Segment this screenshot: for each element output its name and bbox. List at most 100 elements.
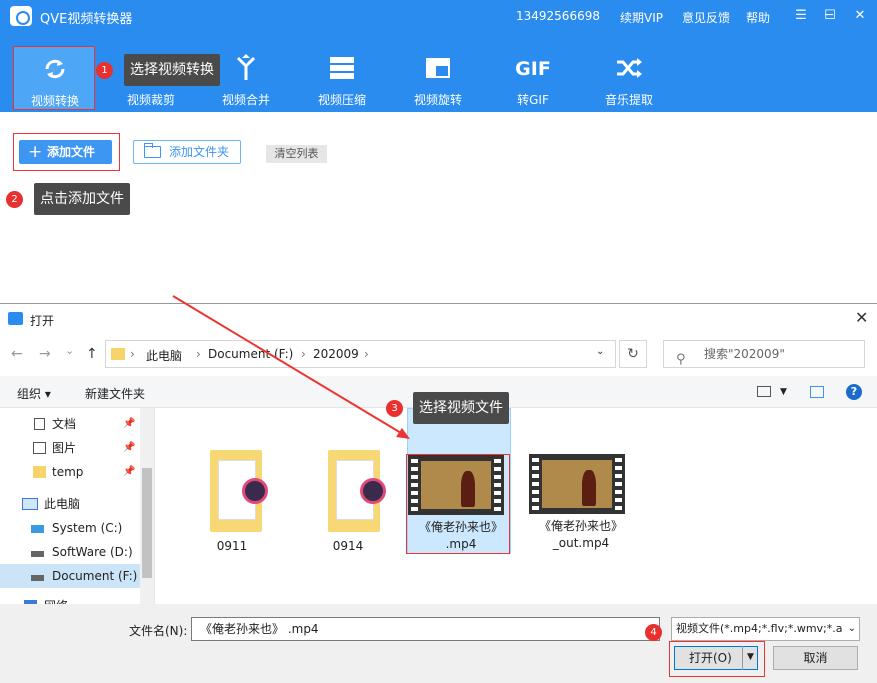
filename-field[interactable]: 《俺老孙来也》 .mp4 — [191, 617, 660, 641]
renew-vip-link[interactable]: 续期VIP — [620, 9, 663, 26]
nav-item-pictures[interactable]: 图片 📌 — [0, 436, 154, 460]
tool-video-rotate[interactable]: 视频旋转 — [397, 46, 479, 110]
document-icon — [34, 418, 45, 430]
nav-item-software-d[interactable]: SoftWare (D:) — [0, 540, 154, 564]
address-bar[interactable]: › 此电脑 › Document (F:) › 202009 › ⌄ — [105, 340, 616, 368]
forward-arrow-icon[interactable]: → — [39, 346, 51, 362]
organize-menu[interactable]: 组织 ▾ — [17, 385, 51, 402]
add-folder-button[interactable]: 添加文件夹 — [133, 140, 241, 164]
computer-icon — [22, 498, 38, 510]
nav-label: 网络 — [44, 594, 68, 604]
nav-label: SoftWare (D:) — [52, 545, 133, 559]
file-item-folder[interactable]: 0911 — [172, 428, 278, 556]
chevron-right-icon: › — [130, 347, 135, 361]
tool-music-extract[interactable]: 音乐提取 — [588, 46, 670, 110]
tool-label: 视频转换 — [30, 94, 79, 108]
folder-icon — [111, 348, 125, 360]
filename-label: 文件名(N): — [129, 624, 188, 638]
chevron-right-icon: › — [364, 347, 369, 361]
new-folder-button[interactable]: 新建文件夹 — [85, 385, 145, 402]
compress-icon — [330, 57, 354, 79]
step-tip-3: 选择视频文件 — [413, 392, 509, 424]
feedback-link[interactable]: 意见反馈 — [682, 9, 730, 26]
nav-item-document-f[interactable]: Document (F:) — [0, 564, 154, 588]
file-type-select[interactable]: 视频文件(*.mp4;*.flv;*.wmv;*.a ⌄ — [671, 617, 860, 641]
dialog-title: 打开 — [30, 314, 55, 328]
breadcrumb-this-pc[interactable]: 此电脑 — [146, 347, 182, 364]
file-name: 0914 — [332, 539, 364, 553]
pin-icon[interactable]: 📌 — [123, 460, 135, 484]
back-arrow-icon[interactable]: ← — [11, 346, 23, 362]
chevron-right-icon: › — [196, 347, 201, 361]
dialog-app-icon — [8, 312, 23, 325]
plus-icon: + — [28, 142, 43, 162]
account-phone[interactable]: 13492566698 — [516, 9, 600, 23]
refresh-button[interactable]: ↻ — [619, 340, 647, 368]
step-badge-1: 1 — [96, 62, 113, 79]
file-item-video-selected[interactable]: 《俺老孙来也》 .mp4 — [406, 408, 511, 554]
scrollbar-thumb[interactable] — [142, 468, 152, 578]
up-arrow-icon[interactable]: ↑ — [86, 346, 98, 362]
nav-item-this-pc[interactable]: 此电脑 — [0, 492, 154, 516]
step-badge-2: 2 — [6, 191, 23, 208]
search-placeholder: 搜索"202009" — [704, 347, 785, 361]
breadcrumb-folder[interactable]: 202009 — [313, 347, 359, 361]
file-item-folder[interactable]: 0914 — [290, 428, 396, 556]
open-dropdown-arrow-icon[interactable]: ▼ — [742, 646, 758, 670]
video-thumbnail — [408, 455, 504, 515]
menu-icon[interactable]: ☰ — [793, 8, 809, 23]
titlebar: QVE视频转换器 13492566698 续期VIP 意见反馈 帮助 ☰ ─ ☐… — [0, 0, 877, 32]
cancel-button[interactable]: 取消 — [773, 646, 858, 670]
file-name: 0911 — [216, 539, 248, 553]
folder-icon — [33, 466, 46, 478]
tool-video-convert[interactable]: 视频转换 — [13, 46, 95, 110]
tool-video-compress[interactable]: 视频压缩 — [301, 46, 383, 110]
nav-label: 此电脑 — [44, 497, 81, 511]
chevron-right-icon: › — [301, 347, 306, 361]
recent-locations-icon[interactable]: ⌄ — [65, 344, 74, 357]
pin-icon[interactable]: 📌 — [123, 412, 135, 436]
rotate-icon — [426, 58, 450, 78]
nav-scrollbar[interactable] — [140, 408, 154, 604]
nav-item-temp[interactable]: temp 📌 — [0, 460, 154, 484]
file-name-line1: 《俺老孙来也》 — [538, 519, 623, 533]
step-tip-1: 选择视频转换 — [124, 54, 220, 86]
step-badge-3: 3 — [386, 400, 403, 417]
tool-label: 视频裁剪 — [126, 93, 175, 107]
folder-icon — [144, 143, 161, 158]
chevron-down-icon: ⌄ — [847, 618, 856, 640]
nav-label: temp — [52, 465, 84, 479]
file-item-video[interactable]: 《俺老孙来也》 _out.mp4 — [522, 428, 628, 556]
nav-label: 文档 — [52, 417, 77, 431]
help-link[interactable]: 帮助 — [746, 9, 770, 26]
file-name-line2: _out.mp4 — [552, 536, 610, 550]
dialog-footer: 文件名(N): 《俺老孙来也》 .mp4 视频文件(*.mp4;*.flv;*.… — [0, 604, 877, 683]
drive-icon — [31, 525, 44, 533]
help-icon[interactable]: ? — [846, 384, 862, 400]
nav-item-documents[interactable]: 文档 📌 — [0, 412, 154, 436]
chevron-down-icon[interactable]: ▼ — [780, 387, 787, 397]
maximize-icon[interactable]: ☐ — [822, 8, 838, 23]
chevron-down-icon[interactable]: ⌄ — [596, 346, 604, 357]
clear-list-button[interactable]: 清空列表 — [266, 145, 327, 163]
add-file-button[interactable]: + 添加文件 — [19, 140, 112, 164]
tool-to-gif[interactable]: GIF 转GIF — [492, 46, 574, 110]
navigation-pane: 文档 📌 图片 📌 temp 📌 此电脑 System (C:) SoftWar… — [0, 408, 155, 604]
merge-icon — [236, 54, 256, 80]
search-icon: ⚲ — [676, 352, 686, 367]
search-input[interactable]: ⚲ 搜索"202009" — [663, 340, 865, 368]
file-name-line1: 《俺老孙来也》 — [418, 520, 503, 534]
pin-icon[interactable]: 📌 — [123, 436, 135, 460]
close-icon[interactable]: ✕ — [852, 8, 868, 23]
open-label: 打开(O) — [689, 651, 732, 665]
nav-item-network[interactable]: 网络 — [0, 594, 154, 604]
breadcrumb-drive[interactable]: Document (F:) — [208, 347, 293, 361]
shuffle-icon — [617, 58, 642, 78]
preview-pane-icon[interactable] — [810, 386, 824, 398]
close-icon[interactable]: ✕ — [855, 308, 868, 327]
nav-item-system-c[interactable]: System (C:) — [0, 516, 154, 540]
file-name-line2: .mp4 — [445, 537, 477, 551]
convert-icon — [45, 59, 65, 79]
tool-label: 视频旋转 — [413, 93, 462, 107]
view-options-icon[interactable] — [757, 386, 771, 397]
